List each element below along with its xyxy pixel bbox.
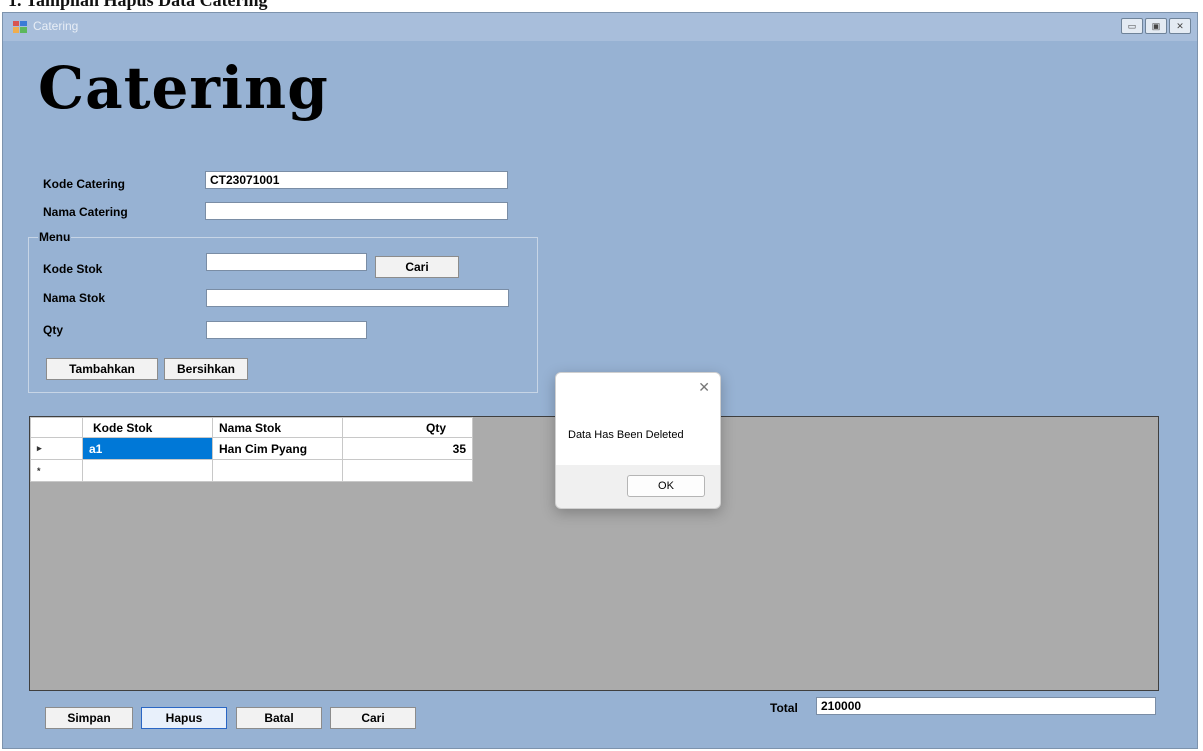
caption-text: 1. Tampilan Hapus Data Catering [8,0,268,10]
datagrid-table: Kode Stok Nama Stok Qty ▸ a1 Han Cim Pya… [30,417,473,482]
qty-input[interactable] [206,321,367,339]
nama-catering-input[interactable] [205,202,508,220]
tambahkan-button[interactable]: Tambahkan [46,358,158,380]
nama-stok-input[interactable] [206,289,509,307]
total-label: Total [770,701,798,715]
cari-stok-button[interactable]: Cari [375,256,459,278]
document-caption-cutoff: 1. Tampilan Hapus Data Catering [0,0,1203,10]
page-title: Catering [38,54,329,122]
close-icon[interactable]: ✕ [698,379,710,396]
dialog-title-bar[interactable]: ✕ [556,373,720,403]
batal-button[interactable]: Batal [236,707,322,729]
ok-button[interactable]: OK [627,475,705,497]
nama-stok-label: Nama Stok [43,291,106,305]
cari-footer-button[interactable]: Cari [330,707,416,729]
row-selector-icon[interactable]: ▸ [30,437,83,460]
window-controls: ▭ ▣ ✕ [1121,18,1191,34]
table-row[interactable]: ▸ a1 Han Cim Pyang 35 [30,437,473,460]
kode-stok-input[interactable] [206,253,367,271]
cell-qty[interactable]: 35 [342,437,473,460]
app-icon [13,21,27,33]
new-row-icon[interactable]: * [30,459,83,482]
maximize-icon[interactable]: ▣ [1145,18,1167,34]
title-bar[interactable]: Catering ▭ ▣ ✕ [3,13,1197,41]
column-header-kode-stok[interactable]: Kode Stok [82,417,213,438]
window-title: Catering [33,19,79,33]
datagrid-header-row: Kode Stok Nama Stok Qty [30,417,473,438]
qty-label: Qty [43,323,64,337]
dialog-body: Data Has Been Deleted [556,403,720,465]
close-icon[interactable]: ✕ [1169,18,1191,34]
message-dialog: ✕ Data Has Been Deleted OK [555,372,721,509]
column-header-nama-stok[interactable]: Nama Stok [212,417,343,438]
cell-empty[interactable] [82,459,213,482]
cell-kode-stok[interactable]: a1 [82,437,213,460]
minimize-icon[interactable]: ▭ [1121,18,1143,34]
cell-empty[interactable] [212,459,343,482]
kode-stok-label: Kode Stok [43,262,103,276]
column-header-qty[interactable]: Qty [342,417,473,438]
simpan-button[interactable]: Simpan [45,707,133,729]
new-table-row[interactable]: * [30,459,473,482]
menu-group-title: Menu [38,230,72,244]
dialog-message: Data Has Been Deleted [568,429,684,441]
kode-catering-label: Kode Catering [43,177,126,191]
total-field[interactable]: 210000 [816,697,1156,715]
cell-empty[interactable] [342,459,473,482]
nama-catering-label: Nama Catering [43,205,128,219]
kode-catering-input[interactable]: CT23071001 [205,171,508,189]
bersihkan-button[interactable]: Bersihkan [164,358,248,380]
cell-nama-stok[interactable]: Han Cim Pyang [212,437,343,460]
row-header-corner [30,417,83,438]
hapus-button[interactable]: Hapus [141,707,227,729]
